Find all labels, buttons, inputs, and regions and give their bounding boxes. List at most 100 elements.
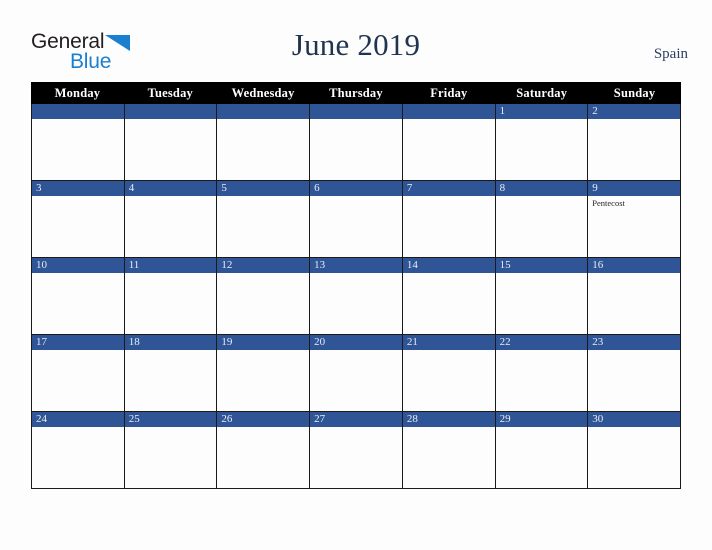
day-number: 1 xyxy=(499,105,506,117)
weekday-header-monday: Monday xyxy=(54,85,101,100)
day-events xyxy=(125,350,217,411)
day-cell-29[interactable]: 29 xyxy=(495,412,589,489)
day-events xyxy=(588,427,680,488)
day-events xyxy=(588,350,680,411)
day-events xyxy=(125,196,217,257)
day-cell-19[interactable]: 19 xyxy=(217,335,311,412)
day-cell-7[interactable]: 7 xyxy=(402,181,496,258)
weekday-header-sunday: Sunday xyxy=(613,85,656,100)
day-events xyxy=(32,427,124,488)
day-cell-9[interactable]: 9 Pentecost xyxy=(588,181,681,258)
day-cell-4[interactable]: 4 xyxy=(124,181,218,258)
day-events xyxy=(496,119,588,180)
day-number-band: 14 xyxy=(402,258,495,273)
day-cell-16[interactable]: 16 xyxy=(588,258,681,335)
day-events xyxy=(217,427,309,488)
day-number: 12 xyxy=(221,259,233,271)
day-cell-23[interactable]: 23 xyxy=(588,335,681,412)
day-events xyxy=(403,273,495,334)
day-cell-18[interactable]: 18 xyxy=(124,335,218,412)
day-number: 30 xyxy=(592,413,604,425)
day-number: 6 xyxy=(314,182,320,194)
day-number-band: 20 xyxy=(310,335,402,350)
day-number-band: 26 xyxy=(217,412,310,427)
day-cell-13[interactable]: 13 xyxy=(310,258,403,335)
day-events xyxy=(125,427,217,488)
calendar-week-row: 3 4 5 6 7 8 9 Pentecost xyxy=(31,181,681,258)
day-number: 17 xyxy=(36,336,47,348)
day-number-band: 25 xyxy=(124,412,217,427)
day-cell-15[interactable]: 15 xyxy=(495,258,589,335)
day-cell-28[interactable]: 28 xyxy=(402,412,496,489)
day-number: 20 xyxy=(314,336,326,348)
weekday-header-saturday: Saturday xyxy=(516,85,568,100)
day-cell-14[interactable]: 14 xyxy=(402,258,496,335)
day-number-band: 16 xyxy=(588,258,680,273)
day-number: 15 xyxy=(499,259,511,271)
day-number-band: 2 xyxy=(588,104,680,119)
calendar-week-row: 10 11 12 13 14 15 16 xyxy=(31,258,681,335)
day-cell-1[interactable]: 1 xyxy=(495,104,589,181)
day-events xyxy=(217,119,309,180)
day-cell-26[interactable]: 26 xyxy=(217,412,311,489)
day-cell-11[interactable]: 11 xyxy=(124,258,218,335)
day-events xyxy=(496,427,588,488)
weekday-header-tuesday: Tuesday xyxy=(147,85,193,100)
day-number: 25 xyxy=(128,413,140,425)
day-events xyxy=(403,350,495,411)
day-number-band: 28 xyxy=(402,412,495,427)
page-header: General Blue June 2019 Spain xyxy=(0,0,712,78)
day-cell-25[interactable]: 25 xyxy=(124,412,218,489)
day-cell-6[interactable]: 6 xyxy=(310,181,403,258)
calendar-week-row: 17 18 19 20 21 22 23 xyxy=(31,335,681,412)
calendar-grid: Monday Tuesday Wednesday Thursday Friday Satu… xyxy=(31,82,681,489)
day-number: 18 xyxy=(128,336,140,348)
day-cell-2[interactable]: 2 xyxy=(588,104,681,181)
day-number-band: 12 xyxy=(217,258,310,273)
day-events xyxy=(310,196,402,257)
day-number: 27 xyxy=(314,413,326,425)
day-number-band: 19 xyxy=(217,335,310,350)
calendar-weeks: 1 2 3 4 5 6 7 8 9 Pentecost 10 11 12 13 14 15 16 17 18 19 20… xyxy=(31,104,681,489)
day-number-band: 17 xyxy=(32,335,124,350)
day-cell-12[interactable]: 12 xyxy=(217,258,311,335)
day-cell-17[interactable]: 17 xyxy=(32,335,125,412)
page-title: June 2019 xyxy=(291,27,421,62)
day-cell-27[interactable]: 27 xyxy=(310,412,403,489)
day-number-band xyxy=(32,104,124,119)
day-number: 7 xyxy=(406,182,413,194)
day-cell-20[interactable]: 20 xyxy=(310,335,403,412)
day-cell-empty xyxy=(217,104,311,181)
day-cell-8[interactable]: 8 xyxy=(495,181,589,258)
day-number: 28 xyxy=(406,413,418,425)
day-events xyxy=(310,119,402,180)
day-cell-10[interactable]: 10 xyxy=(32,258,125,335)
day-events xyxy=(496,273,588,334)
day-number-band: 30 xyxy=(588,412,680,427)
day-number: 16 xyxy=(592,259,604,271)
day-events xyxy=(403,427,495,488)
day-cell-3[interactable]: 3 xyxy=(32,181,125,258)
day-number-band: 18 xyxy=(124,335,217,350)
day-number: 26 xyxy=(221,413,233,425)
day-number-band: 9 xyxy=(588,181,680,196)
day-number-band: 8 xyxy=(495,181,588,196)
day-cell-21[interactable]: 21 xyxy=(402,335,496,412)
day-events xyxy=(310,350,402,411)
day-number-band: 29 xyxy=(495,412,588,427)
day-events xyxy=(403,119,495,180)
day-number-band: 4 xyxy=(124,181,217,196)
day-cell-22[interactable]: 22 xyxy=(495,335,589,412)
day-number-band: 11 xyxy=(124,258,217,273)
day-cell-30[interactable]: 30 xyxy=(588,412,681,489)
calendar-week-row: 24 25 26 27 28 29 30 xyxy=(31,412,681,489)
day-cell-5[interactable]: 5 xyxy=(217,181,311,258)
calendar-week-row: 12 xyxy=(31,104,681,181)
day-cell-empty xyxy=(310,104,403,181)
day-number-band: 5 xyxy=(217,181,310,196)
day-cell-empty xyxy=(32,104,125,181)
day-events xyxy=(496,196,588,257)
day-events xyxy=(32,119,124,180)
day-cell-24[interactable]: 24 xyxy=(32,412,125,489)
weekday-header-friday: Friday xyxy=(430,85,468,100)
